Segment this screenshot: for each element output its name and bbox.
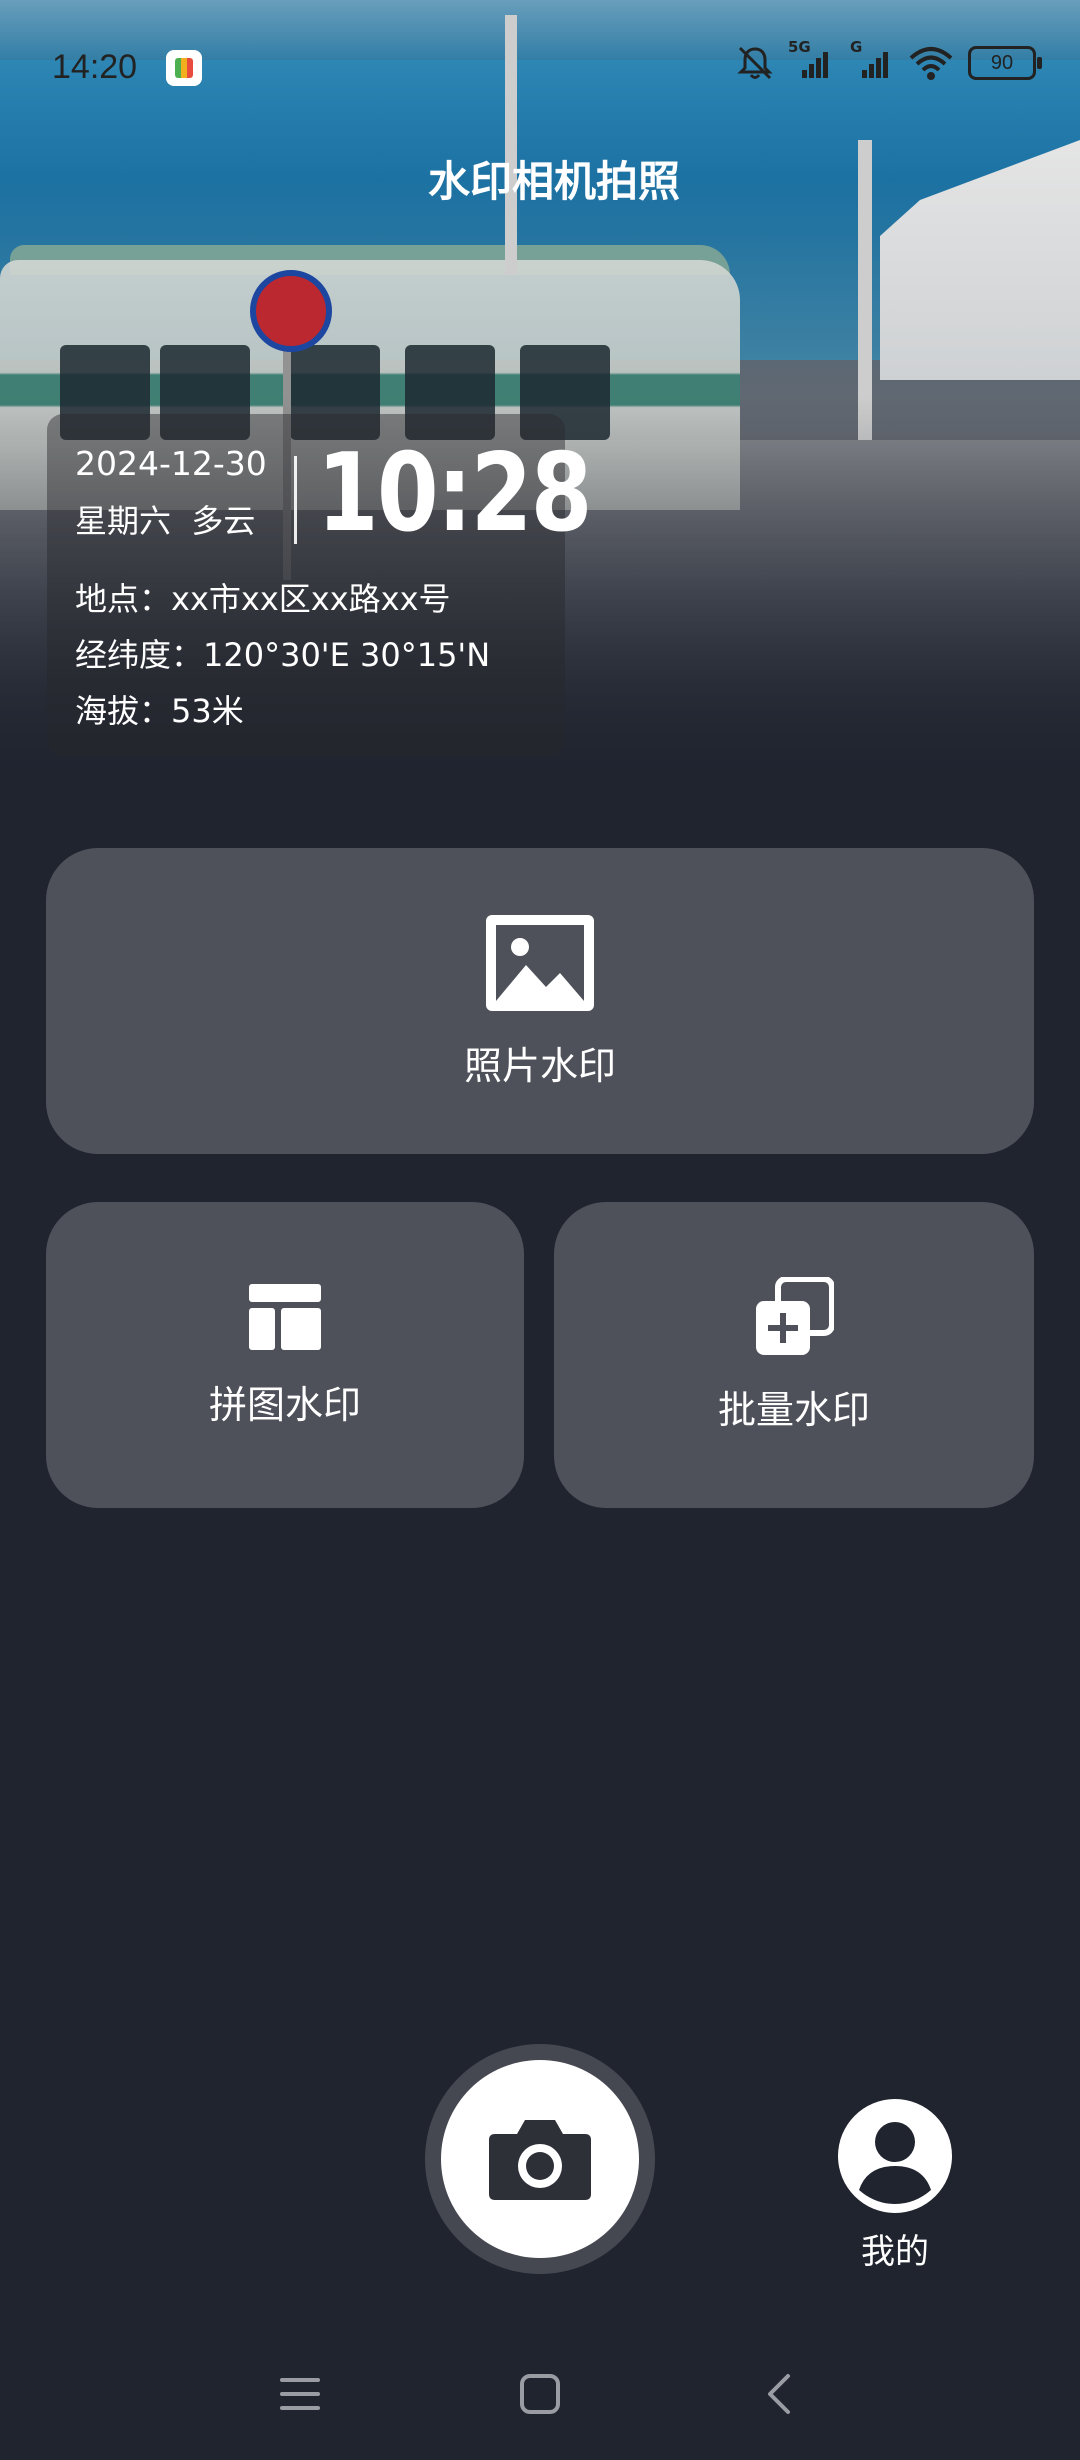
collage-watermark-label: 拼图水印 bbox=[208, 1382, 361, 1427]
app-notification-icon bbox=[166, 50, 202, 86]
mute-bell-icon bbox=[737, 46, 773, 80]
signal-g-icon: G bbox=[848, 38, 894, 82]
nav-home-button[interactable] bbox=[510, 2364, 570, 2424]
page-title: 水印相机拍照 bbox=[427, 157, 680, 206]
home-square-icon bbox=[520, 2374, 560, 2414]
status-time: 14:20 bbox=[52, 48, 138, 86]
user-avatar-icon bbox=[838, 2099, 952, 2213]
battery-icon: 90 bbox=[968, 46, 1042, 80]
collage-watermark-button[interactable]: 拼图水印 bbox=[46, 1202, 524, 1508]
camera-icon bbox=[489, 2120, 591, 2200]
system-navigation-bar bbox=[0, 2340, 1080, 2460]
menu-icon bbox=[280, 2378, 320, 2410]
status-bar: 14:20 5G G 90 bbox=[0, 0, 1080, 130]
photo-watermark-label: 照片水印 bbox=[463, 1043, 616, 1088]
signal-5g-icon: 5G bbox=[788, 38, 834, 82]
watermark-date: 2024-12-30 bbox=[75, 444, 267, 483]
image-icon bbox=[486, 914, 594, 1011]
collage-layout-icon bbox=[249, 1283, 321, 1350]
status-icons: 5G G 90 bbox=[736, 38, 1042, 82]
batch-watermark-label: 批量水印 bbox=[717, 1387, 870, 1432]
watermark-location: 地点：xx市xx区xx路xx号 bbox=[75, 580, 451, 618]
mine-label: 我的 bbox=[861, 2232, 929, 2272]
mine-button[interactable]: 我的 bbox=[830, 2098, 960, 2273]
camera-shutter-button[interactable] bbox=[425, 2044, 655, 2274]
watermark-divider bbox=[294, 456, 297, 544]
batch-add-icon bbox=[756, 1276, 834, 1355]
watermark-preview[interactable]: 2024-12-30 星期六 多云 10:28 地点：xx市xx区xx路xx号 … bbox=[47, 414, 592, 756]
shutter-inner bbox=[441, 2060, 639, 2258]
watermark-weekday-weather: 星期六 多云 bbox=[75, 502, 256, 540]
watermark-time: 10:28 bbox=[317, 431, 592, 556]
nav-back-button[interactable] bbox=[750, 2364, 810, 2424]
watermark-altitude: 海拔：53米 bbox=[75, 692, 244, 730]
photo-watermark-button[interactable]: 照片水印 bbox=[46, 848, 1034, 1154]
wifi-icon bbox=[909, 47, 953, 80]
nav-menu-button[interactable] bbox=[270, 2364, 330, 2424]
watermark-coordinates: 经纬度：120°30'E 30°15'N bbox=[75, 636, 491, 674]
back-chevron-icon bbox=[768, 2374, 790, 2414]
batch-watermark-button[interactable]: 批量水印 bbox=[554, 1202, 1034, 1508]
